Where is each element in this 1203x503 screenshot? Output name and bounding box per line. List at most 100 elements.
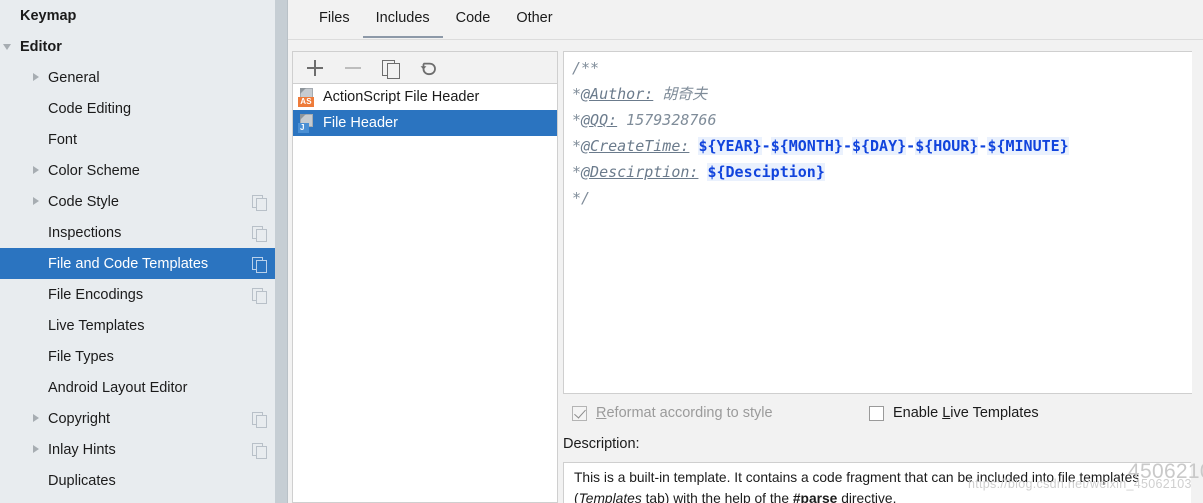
description-fragment: tab) with the help of the [642,491,793,503]
live-templates-checkbox-box[interactable] [869,406,884,421]
sidebar-item-inspections[interactable]: Inspections [0,217,288,248]
tab-includes[interactable]: Includes [363,0,443,40]
copy-template-button[interactable] [379,56,403,80]
chevron-right-icon[interactable] [28,434,46,465]
sidebar-item-file-encodings[interactable]: File Encodings [0,279,288,310]
code-token: * [572,85,581,103]
reformat-checkbox[interactable]: Reformat according to style [572,405,869,421]
code-line: */ [572,185,1069,211]
reset-template-button[interactable] [417,56,441,80]
tab-code[interactable]: Code [443,0,504,40]
template-code-text[interactable]: /***@Author: 胡奇夫*@QQ: 1579328766*@Create… [572,55,1069,211]
template-list-panel[interactable]: ASActionScript File Header J File Header [292,51,558,503]
live-templates-label-post: ive Templates [950,405,1038,421]
sidebar-item-font[interactable]: Font [0,124,288,155]
sidebar-item-editor[interactable]: Editor [0,31,288,62]
sidebar-item-label: Live Templates [46,318,288,334]
chevron-down-icon[interactable] [0,31,18,62]
template-variable: ${Desciption} [707,163,824,181]
sidebar-item-duplicates[interactable]: Duplicates [0,465,288,496]
sidebar-item-label: Keymap [18,8,288,24]
tab-other[interactable]: Other [503,0,565,40]
chevron-right-icon[interactable] [28,186,46,217]
template-variable: ${MONTH} [771,137,843,155]
javadoc-tag: @CreateTime: [581,137,689,155]
description-fragment: #parse [793,491,838,503]
copy-settings-icon [252,288,266,302]
code-line: *@QQ: 1579328766 [572,107,1069,133]
code-token: /** [572,59,599,77]
template-list-item[interactable]: ASActionScript File Header [293,84,557,110]
sidebar-item-label: File Encodings [46,287,252,303]
template-variable: ${HOUR} [915,137,978,155]
copy-settings-icon [252,226,266,240]
code-line: /** [572,55,1069,81]
sidebar-item-label: Duplicates [46,473,288,489]
sidebar-item-code-editing[interactable]: Code Editing [0,93,288,124]
sidebar-item-android-layout-editor[interactable]: Android Layout Editor [0,372,288,403]
description-panel: This is a built-in template. It contains… [563,462,1191,503]
sidebar-item-copyright[interactable]: Copyright [0,403,288,434]
code-line: *@Author: 胡奇夫 [572,81,1069,107]
chevron-right-icon[interactable] [28,155,46,186]
code-line: *@Descirption: ${Desciption} [572,159,1069,185]
sidebar-item-color-scheme[interactable]: Color Scheme [0,155,288,186]
live-templates-label-pre: Enable [893,405,942,421]
tab-label: Includes [376,10,430,26]
templates-pane: Files Includes CodeOther ASActionScript Fi… [288,0,1203,503]
sidebar-item-code-style[interactable]: Code Style [0,186,288,217]
sidebar-item-general[interactable]: General [0,62,288,93]
twisty-spacer [0,0,18,31]
live-templates-checkbox[interactable]: Enable Live Templates [869,405,1039,421]
file-type-badge: AS [298,97,314,107]
tab-files[interactable]: Files [306,0,363,40]
remove-template-button[interactable] [341,56,365,80]
template-tabs[interactable]: Files Includes CodeOther [288,0,1203,40]
code-token: - [762,137,771,155]
sidebar-item-label: Inlay Hints [46,442,252,458]
sidebar-tree[interactable]: Keymap Editor General Code EditingFont Color… [0,0,288,496]
tab-label: Files [319,10,350,26]
template-list-item[interactable]: J File Header [293,110,557,136]
reformat-checkbox-box[interactable] [572,406,587,421]
add-template-button[interactable] [303,56,327,80]
sidebar-item-keymap[interactable]: Keymap [0,0,288,31]
live-templates-checkbox-label: Enable Live Templates [893,405,1039,421]
settings-sidebar[interactable]: Keymap Editor General Code EditingFont Color… [0,0,288,503]
template-list[interactable]: ASActionScript File Header J File Header [293,84,557,136]
twisty-spacer [28,372,46,403]
twisty-spacer [28,310,46,341]
file-template-icon: J [298,114,316,133]
sidebar-item-label: Code Style [46,194,252,210]
tabbar-separator [288,39,1203,40]
chevron-right-icon[interactable] [28,403,46,434]
sidebar-item-label: Color Scheme [46,163,288,179]
template-list-toolbar[interactable] [293,52,557,84]
sidebar-item-label: File and Code Templates [46,256,252,272]
template-variable: ${YEAR} [698,137,761,155]
sidebar-item-label: General [46,70,288,86]
sidebar-item-label: Inspections [46,225,252,241]
description-label: Description: [563,436,640,452]
reformat-checkbox-label: Reformat according to style [596,405,773,421]
template-code-editor[interactable]: /***@Author: 胡奇夫*@QQ: 1579328766*@Create… [563,51,1192,394]
template-options-row: Reformat according to style Enable Live … [572,400,1172,426]
sidebar-item-file-types[interactable]: File Types [0,341,288,372]
sidebar-item-live-templates[interactable]: Live Templates [0,310,288,341]
code-token: - [843,137,852,155]
template-list-item-label: File Header [323,115,398,131]
sidebar-item-file-and-code-templates[interactable]: File and Code Templates [0,248,288,279]
description-fragment: directive. [837,491,896,503]
copy-settings-icon [252,195,266,209]
sidebar-item-label: Editor [18,39,288,55]
chevron-right-icon[interactable] [28,62,46,93]
twisty-spacer [28,248,46,279]
sidebar-item-inlay-hints[interactable]: Inlay Hints [0,434,288,465]
code-token: * [572,163,581,181]
code-token: - [906,137,915,155]
code-token: */ [572,189,590,207]
template-variable: ${MINUTE} [987,137,1068,155]
sidebar-item-label: Android Layout Editor [46,380,288,396]
code-line: *@CreateTime: ${YEAR}-${MONTH}-${DAY}-${… [572,133,1069,159]
copy-settings-icon [252,257,266,271]
